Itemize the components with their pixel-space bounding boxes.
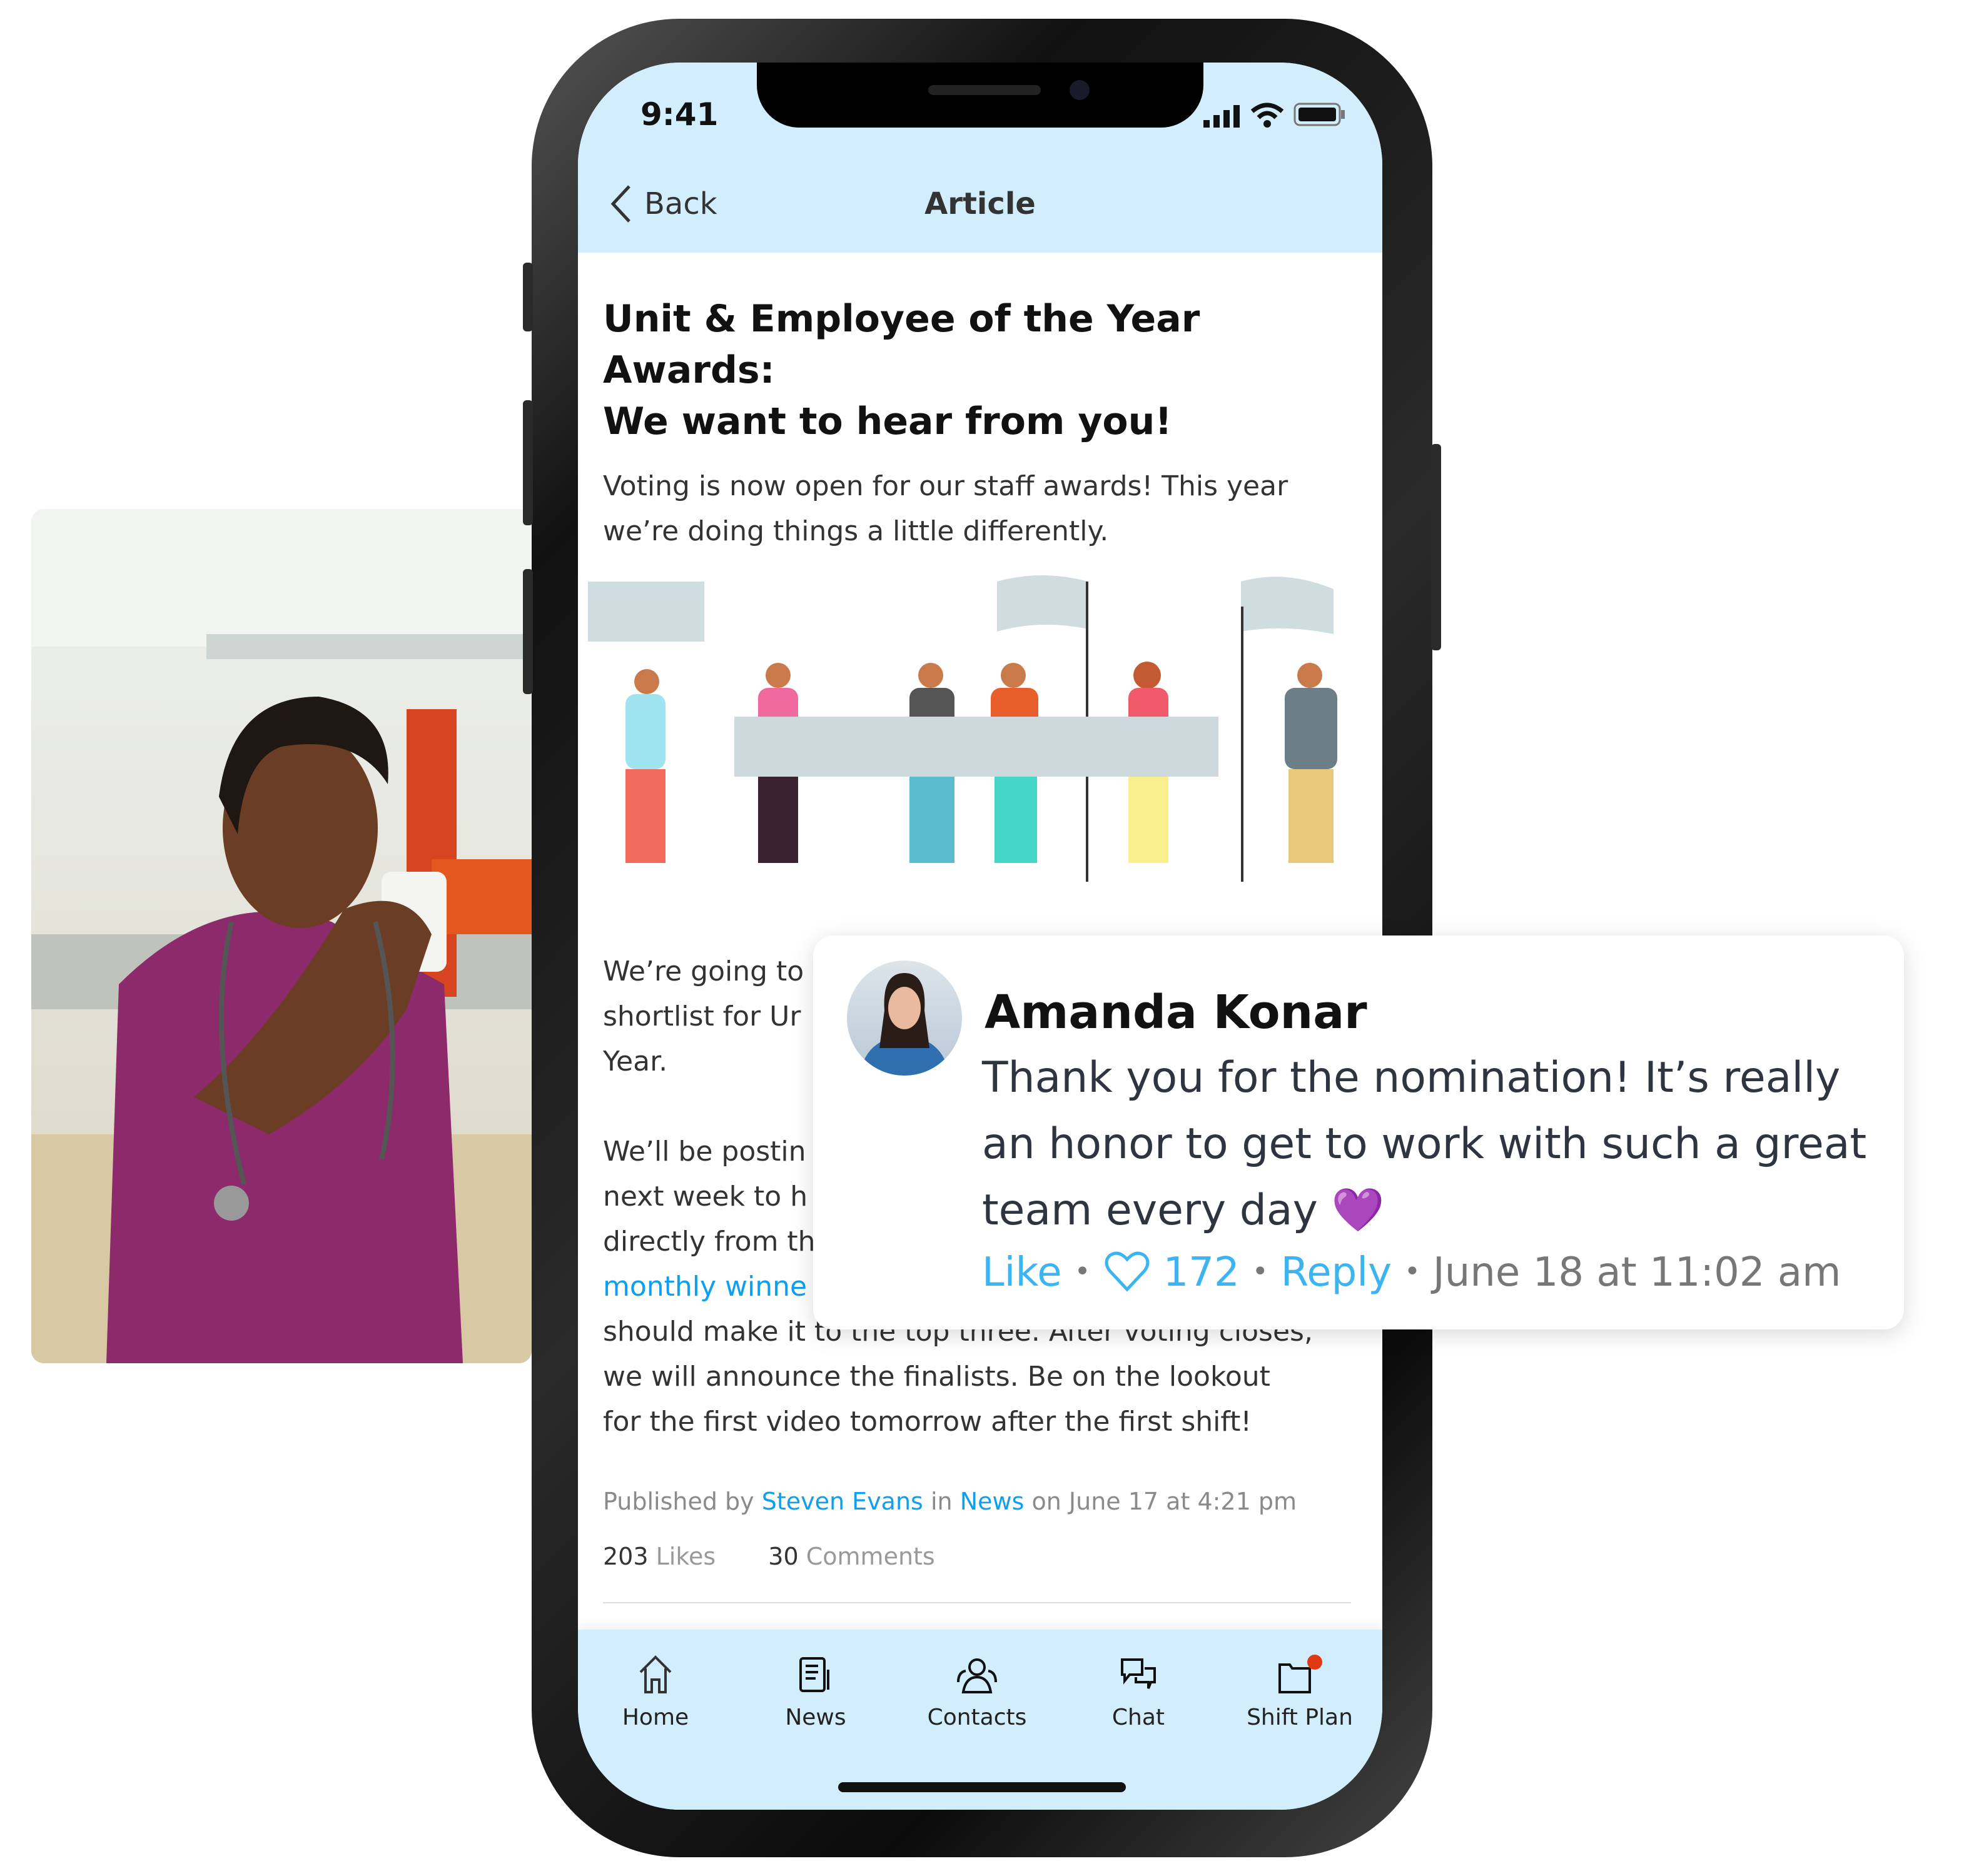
signal-icon: [1203, 105, 1240, 128]
home-icon: [639, 1655, 672, 1693]
article-meta: Published by Steven Evans in News on Jun…: [603, 1488, 1297, 1516]
nav-home[interactable]: Home: [580, 1655, 731, 1731]
person-figure: [1285, 663, 1337, 863]
person-figure: [625, 669, 666, 863]
article-header: Unit & Employee of the Year Awards: We wa…: [603, 294, 1354, 555]
reply-button[interactable]: Reply: [1281, 1248, 1392, 1296]
home-indicator[interactable]: [838, 1782, 1126, 1792]
notification-badge: [1307, 1655, 1322, 1670]
article-stats: 203 Likes 30 Comments: [603, 1543, 935, 1571]
article-illustration: [588, 575, 1337, 882]
battery-icon: [1293, 103, 1345, 126]
article-lead: Voting is now open for our staff awards!…: [603, 472, 1288, 548]
nav-shift-plan[interactable]: Shift Plan: [1225, 1655, 1375, 1731]
comment-timestamp: June 18 at 11:02 am: [1432, 1248, 1841, 1296]
avatar: [847, 961, 962, 1076]
nav-contacts[interactable]: Contacts: [902, 1655, 1052, 1731]
comment-card: Amanda Konar Thank you for the nominatio…: [813, 935, 1904, 1329]
folder-icon: [1278, 1655, 1322, 1693]
heart-icon[interactable]: [1103, 1251, 1151, 1293]
category-link[interactable]: News: [960, 1488, 1025, 1516]
comment-author[interactable]: Amanda Konar: [985, 986, 1367, 1039]
article-title: Unit & Employee of the Year Awards: We wa…: [603, 298, 1200, 444]
notch: [757, 63, 1203, 128]
nurse-photo: [31, 509, 532, 1363]
comments-count[interactable]: 30 Comments: [768, 1543, 934, 1571]
nav-news[interactable]: News: [741, 1655, 891, 1731]
status-time: 9:41: [640, 96, 719, 133]
purple-heart-icon: 💜: [1331, 1186, 1385, 1236]
like-button[interactable]: Like: [982, 1248, 1062, 1296]
wifi-icon: [1250, 103, 1284, 128]
comment-actions: Like • 172 • Reply • June 18 at 11:02 am: [982, 1248, 1841, 1296]
likes-count[interactable]: 203 Likes: [603, 1543, 716, 1571]
chat-icon: [1121, 1658, 1156, 1689]
divider: [603, 1602, 1351, 1603]
newspaper-icon: [799, 1657, 829, 1692]
author-link[interactable]: Steven Evans: [762, 1488, 923, 1516]
contacts-icon: [957, 1658, 997, 1693]
header-bar: 9:41 Back Article: [578, 63, 1382, 253]
page-title: Article: [924, 186, 1036, 221]
nav-chat[interactable]: Chat: [1063, 1655, 1213, 1731]
like-count: 172: [1163, 1248, 1240, 1296]
comment-text: Thank you for the nomination! It’s reall…: [982, 1053, 1867, 1236]
